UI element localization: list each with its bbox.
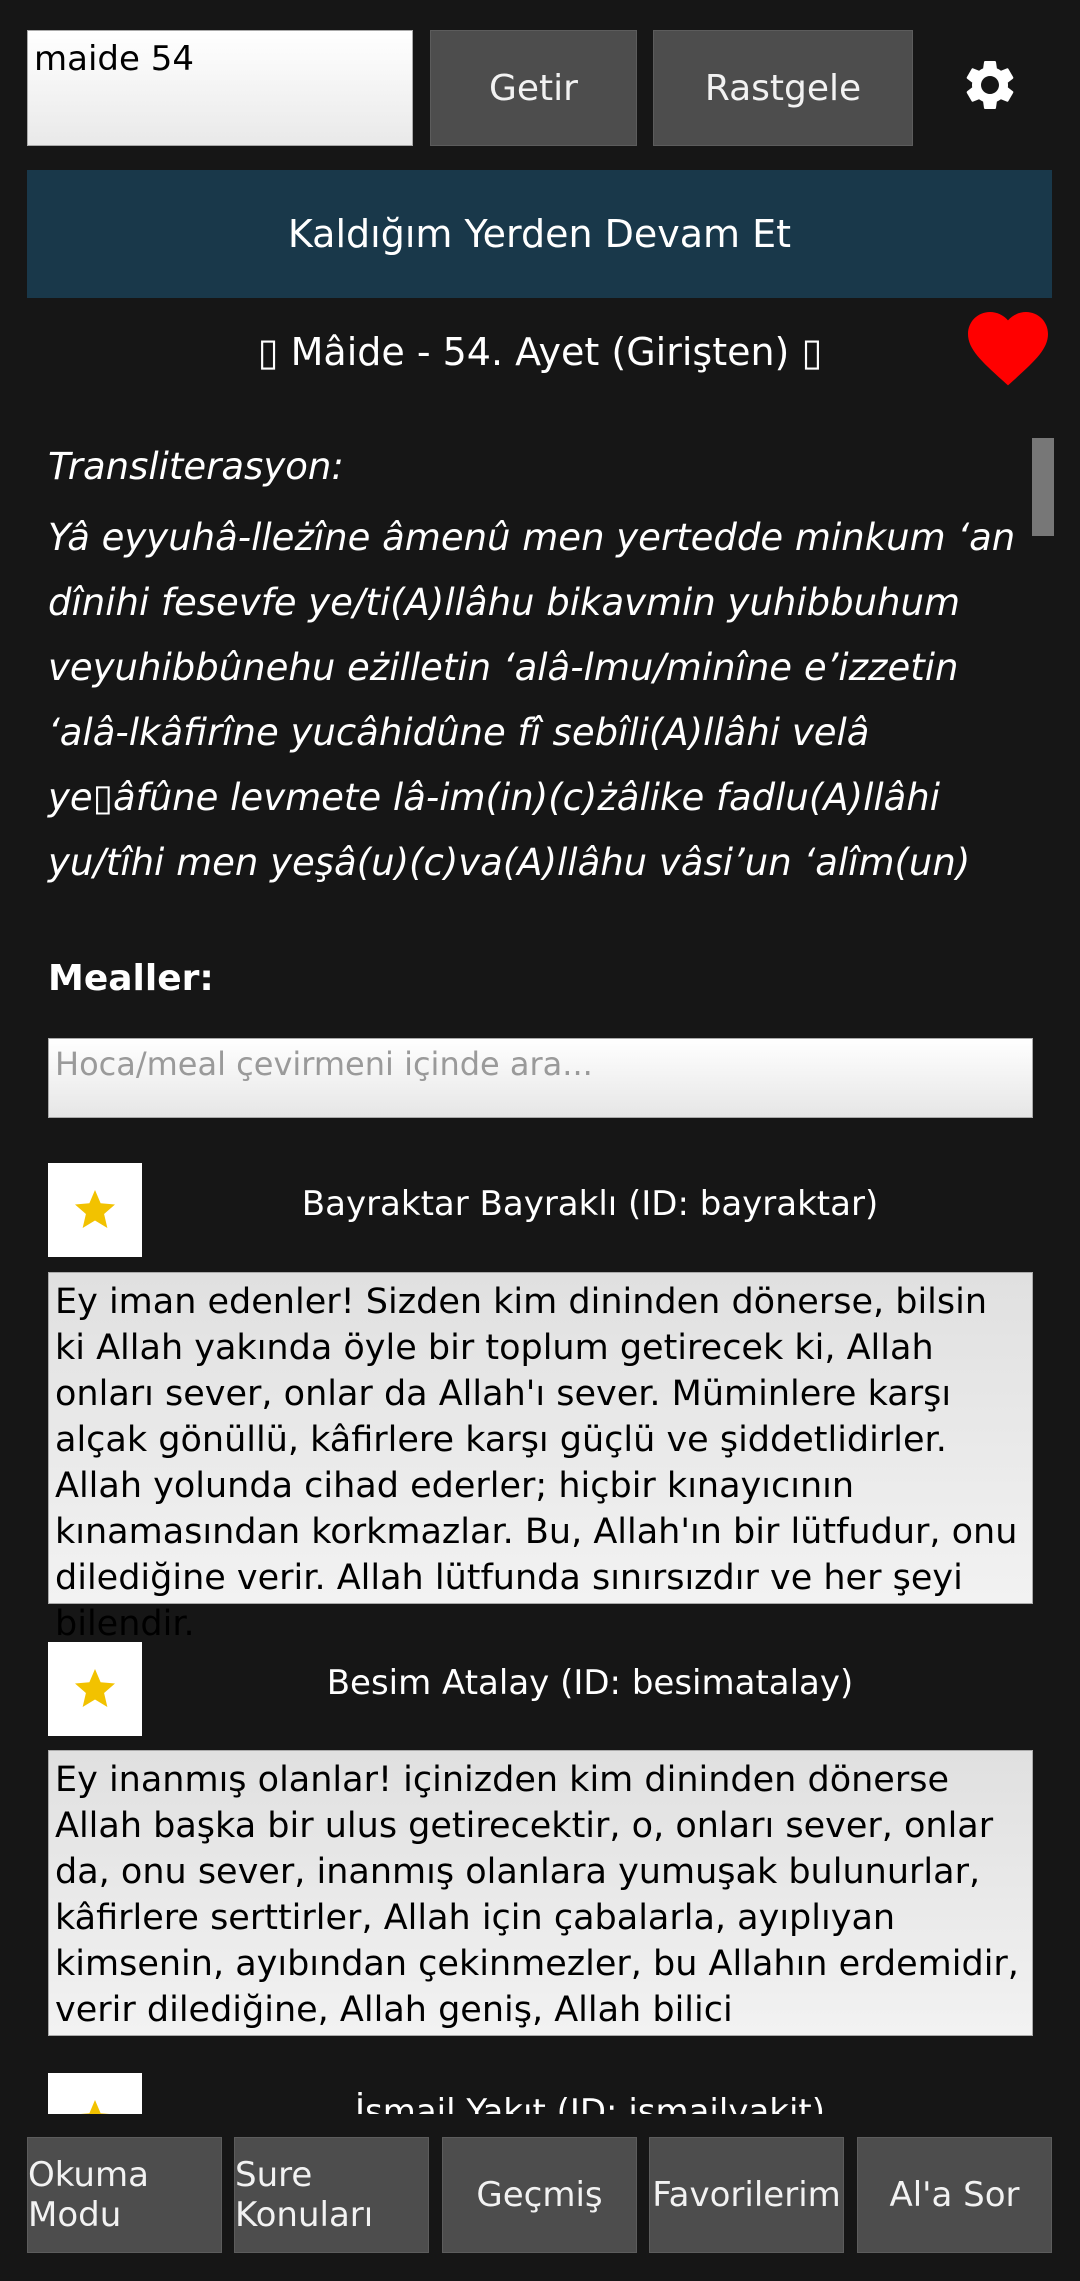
nav-favorites[interactable]: Favorilerim [649, 2137, 844, 2253]
translator-name: İsmail Yakıt (ID: ismailyakit) [354, 2092, 826, 2114]
meal-text: Ey iman edenler! Sizden kim dininden dön… [48, 1272, 1033, 1644]
nav-ask-ai[interactable]: Al'a Sor [857, 2137, 1052, 2253]
translator-name: Besim Atalay (ID: besimatalay) [326, 1663, 854, 1703]
meal-text: Ey inanmış olanlar! içinizden kim dinind… [48, 1750, 1033, 2036]
meal-search-input[interactable]: Hoca/meal çevirmeni içinde ara... [48, 1038, 1033, 1118]
meal-partial-row: İsmail Yakıt (ID: ismailyakit) [0, 2072, 1080, 2114]
gear-icon[interactable] [960, 55, 1020, 115]
heart-icon[interactable] [958, 300, 1058, 396]
favorite-star-button[interactable] [48, 1642, 142, 1736]
getir-button[interactable]: Getir [430, 30, 637, 146]
translator-name: Bayraktar Bayraklı (ID: bayraktar) [301, 1184, 879, 1224]
nav-reading-mode[interactable]: Okuma Modu [27, 2137, 222, 2253]
rastgele-button[interactable]: Rastgele [653, 30, 913, 146]
ayet-title: ▯ Mâide - 54. Ayet (Girişten) ▯ [257, 330, 823, 374]
top-bar: maide 54 Getir Rastgele [0, 0, 1080, 160]
continue-reading-button[interactable]: Kaldığım Yerden Devam Et [27, 170, 1052, 298]
star-icon [75, 1669, 115, 1707]
transliteration-text: Yâ eyyuhâ-lleżîne âmenû men yertedde min… [48, 516, 1016, 884]
mealler-label: Mealler: [48, 958, 214, 999]
nav-sure-topics[interactable]: Sure Konuları [234, 2137, 429, 2253]
nav-history[interactable]: Geçmiş [442, 2137, 637, 2253]
bottom-nav: Okuma Modu Sure Konuları Geçmiş Favorile… [0, 2130, 1080, 2281]
favorite-star-button[interactable] [48, 2073, 142, 2114]
favorite-star-button[interactable] [48, 1163, 142, 1257]
search-input[interactable]: maide 54 [27, 30, 413, 146]
star-icon [80, 2100, 110, 2114]
star-icon [75, 1190, 115, 1228]
scrollbar-thumb[interactable] [1032, 438, 1054, 536]
transliteration-label: Transliterasyon: [48, 445, 344, 488]
